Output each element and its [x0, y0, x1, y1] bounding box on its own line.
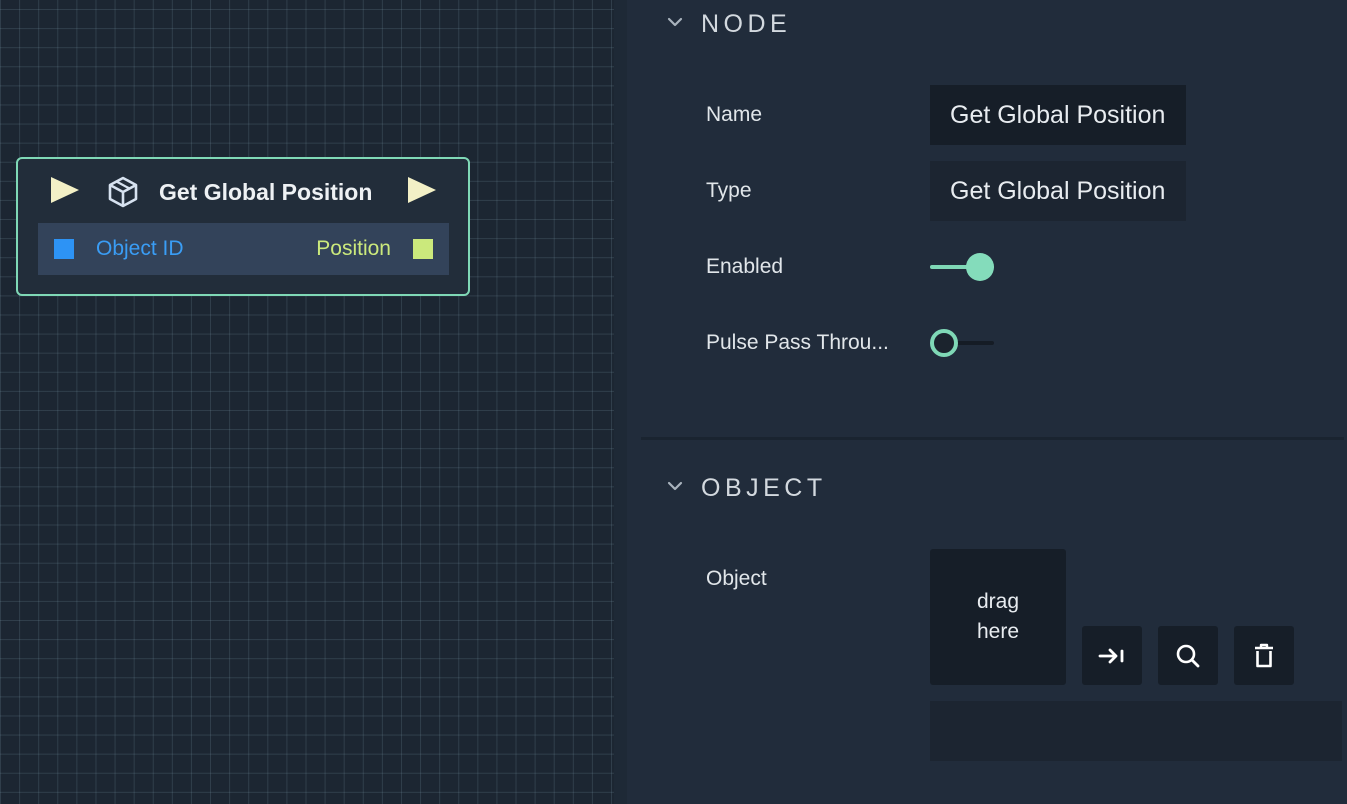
- name-field[interactable]: Get Global Position: [930, 85, 1186, 145]
- chevron-down-icon[interactable]: [664, 475, 686, 497]
- toggle-knob[interactable]: [930, 329, 958, 357]
- trash-icon: [1255, 643, 1273, 667]
- input-port-socket[interactable]: [54, 239, 74, 259]
- find-object-button[interactable]: [1158, 626, 1218, 685]
- flow-input-icon[interactable]: [51, 177, 79, 203]
- name-label: Name: [706, 103, 763, 126]
- section-divider: [641, 437, 1344, 440]
- object-value-field[interactable]: [930, 701, 1342, 761]
- chevron-down-icon[interactable]: [664, 11, 686, 33]
- graph-node[interactable]: Get Global Position Object ID Position: [16, 157, 470, 296]
- panel-splitter[interactable]: [614, 0, 627, 804]
- arrow-to-line-icon: [1098, 648, 1124, 663]
- input-port-label: Object ID: [96, 237, 184, 260]
- enabled-label: Enabled: [706, 255, 784, 278]
- output-port-socket[interactable]: [413, 239, 433, 259]
- node-title: Get Global Position: [159, 179, 373, 205]
- section-title-object: OBJECT: [701, 474, 827, 502]
- section-header-node[interactable]: NODE: [627, 1, 1347, 45]
- type-label: Type: [706, 179, 752, 202]
- section-header-object[interactable]: OBJECT: [627, 465, 1347, 509]
- drop-hint: drag here: [976, 590, 1020, 643]
- node-port-row: Object ID Position: [38, 223, 449, 275]
- pulse-pass-through-label: Pulse Pass Throu...: [706, 331, 889, 354]
- toggle-knob[interactable]: [966, 253, 994, 281]
- assign-object-button[interactable]: [1082, 626, 1142, 685]
- inspector-panel: NODE Name Get Global Position Type Get G…: [627, 0, 1347, 804]
- graph-canvas[interactable]: Get Global Position Object ID Position: [0, 0, 614, 804]
- output-port-label: Position: [316, 237, 391, 260]
- app-root: Get Global Position Object ID Position N…: [0, 0, 1347, 804]
- object-drop-slot[interactable]: drag here: [930, 549, 1066, 685]
- cube-icon: [108, 176, 138, 208]
- flow-output-icon[interactable]: [408, 177, 436, 203]
- search-icon: [1176, 644, 1200, 667]
- enabled-toggle[interactable]: [930, 253, 994, 281]
- pulse-pass-through-toggle[interactable]: [930, 329, 994, 357]
- type-field: Get Global Position: [930, 161, 1186, 221]
- clear-object-button[interactable]: [1234, 626, 1294, 685]
- object-label: Object: [706, 567, 767, 590]
- section-title-node: NODE: [701, 10, 792, 38]
